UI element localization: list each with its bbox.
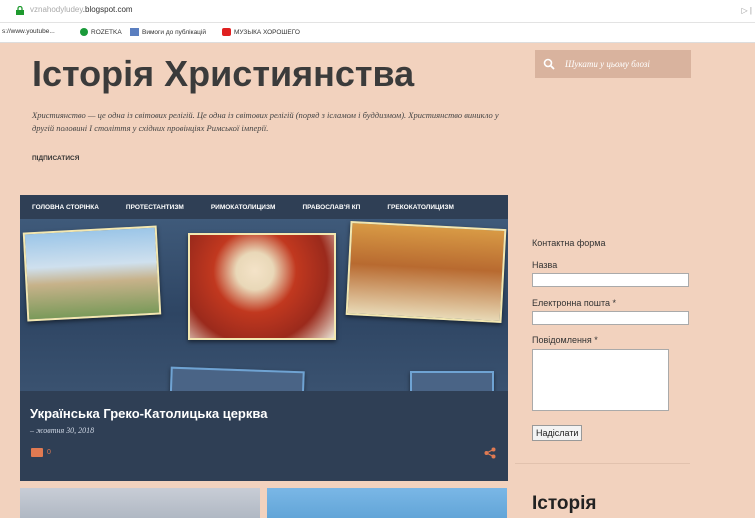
nav-item-orthodoxy[interactable]: ПРАВОСЛАВ'Я КП xyxy=(302,204,360,211)
bookmark-rozetka[interactable]: ROZETKA xyxy=(80,28,122,36)
url-text[interactable]: vznahodyludey.blogspot.com xyxy=(30,5,133,14)
nav-item-home[interactable]: ГОЛОВНА СТОРІНКА xyxy=(32,204,99,211)
youtube-icon xyxy=(222,28,231,36)
address-bar[interactable]: vznahodyludey.blogspot.com ▷ | xyxy=(0,0,755,23)
search-input[interactable] xyxy=(563,58,687,70)
featured-post-image[interactable] xyxy=(20,219,508,391)
bookmarks-bar: s://www.youtube... ROZETKA Вимоги до пуб… xyxy=(0,23,755,43)
sidebar-section-title: Історія xyxy=(532,493,597,514)
sidebar-divider xyxy=(515,463,690,464)
blog-title[interactable]: Історія Християнства xyxy=(32,53,414,95)
document-icon xyxy=(130,28,139,36)
post-thumbnail-vatican[interactable] xyxy=(20,488,260,518)
nav-item-roman-catholicism[interactable]: РИМОКАТОЛИЦИЗМ xyxy=(211,204,276,211)
partial-photo-left xyxy=(169,366,305,391)
lock-icon xyxy=(16,6,24,15)
partial-photo-right xyxy=(410,371,494,391)
bookmark-youtube[interactable]: s://www.youtube... xyxy=(2,28,55,35)
message-label: Повідомлення * xyxy=(532,335,598,345)
bookmark-music[interactable]: МУЗЫКА ХОРОШЕГО xyxy=(222,28,300,36)
post-thumbnail-sky[interactable] xyxy=(267,488,507,518)
nav-item-greek-catholicism[interactable]: ГРЕКОКАТОЛИЦИЗМ xyxy=(387,204,454,211)
featured-post[interactable]: Українська Греко-Католицька церква – жов… xyxy=(20,219,508,481)
comment-icon xyxy=(31,448,43,457)
rozetka-icon xyxy=(80,28,88,36)
comments-link[interactable]: 0 xyxy=(31,448,51,457)
subscribe-link[interactable]: ПІДПИСАТИСЯ xyxy=(32,155,79,162)
contact-form-heading: Контактна форма xyxy=(532,238,606,248)
post-title[interactable]: Українська Греко-Католицька церква xyxy=(30,406,267,421)
comment-count: 0 xyxy=(47,449,51,456)
church-interior-photo xyxy=(345,220,507,324)
nav-item-protestantism[interactable]: ПРОТЕСТАНТИЗМ xyxy=(126,204,184,211)
search-box[interactable] xyxy=(535,50,691,78)
extension-icon[interactable]: ▷ | xyxy=(742,6,752,15)
church-exterior-photo xyxy=(22,225,162,322)
email-field[interactable] xyxy=(532,311,689,325)
blog-page: Історія Християнства Християнство — це о… xyxy=(0,43,755,518)
bookmark-publication-requirements[interactable]: Вимоги до публікацій xyxy=(130,28,206,36)
search-icon xyxy=(543,58,555,70)
submit-button[interactable]: Надіслати xyxy=(532,425,583,441)
share-icon[interactable] xyxy=(484,447,496,459)
name-label: Назва xyxy=(532,260,558,270)
post-date[interactable]: – жовтня 30, 2018 xyxy=(30,426,94,435)
main-nav: ГОЛОВНА СТОРІНКА ПРОТЕСТАНТИЗМ РИМОКАТОЛ… xyxy=(20,195,508,219)
message-field[interactable] xyxy=(532,349,669,411)
name-field[interactable] xyxy=(532,273,689,287)
email-label: Електронна пошта * xyxy=(532,298,617,308)
blog-description: Християнство — це одна із світових реліг… xyxy=(32,110,499,133)
bishop-photo xyxy=(188,233,336,340)
